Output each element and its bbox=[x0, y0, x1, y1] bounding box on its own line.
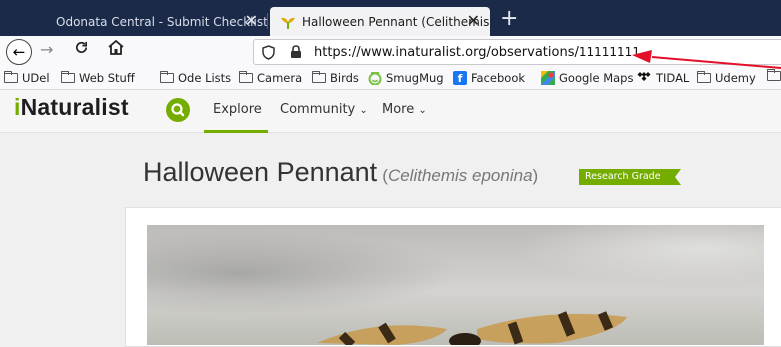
tab-odonata-central[interactable]: Odonata Central - Submit Checklist ✕ bbox=[46, 7, 268, 36]
dragonfly-photo-image bbox=[147, 225, 764, 345]
bookmark-label: UDel bbox=[22, 71, 50, 85]
back-button[interactable]: ← bbox=[6, 39, 32, 65]
dragonfly-favicon-icon bbox=[281, 17, 295, 29]
bookmark-web-stuff[interactable]: Web Stuff bbox=[61, 71, 135, 85]
badge-flag-icon bbox=[665, 169, 681, 185]
folder-icon bbox=[61, 71, 75, 83]
new-tab-button[interactable]: + bbox=[500, 6, 518, 32]
close-tab-icon[interactable]: ✕ bbox=[245, 11, 258, 30]
google-maps-icon bbox=[541, 71, 555, 85]
home-icon bbox=[108, 39, 124, 55]
bookmark-label: SmugMug bbox=[386, 71, 444, 85]
tab-title: Halloween Pennant (Celithemis bbox=[302, 14, 490, 29]
back-arrow-icon: ← bbox=[12, 43, 26, 61]
nav-community-label: Community bbox=[280, 102, 356, 117]
bookmark-ode-lists[interactable]: Ode Lists bbox=[160, 71, 231, 85]
logo-i: i bbox=[14, 94, 21, 120]
smugmug-icon bbox=[368, 72, 382, 85]
bookmark-udemy[interactable]: Udemy bbox=[697, 71, 756, 85]
observation-photo[interactable] bbox=[147, 225, 764, 345]
bookmark-label: Google Maps bbox=[559, 71, 634, 85]
bookmark-google-maps[interactable]: Google Maps bbox=[541, 71, 633, 85]
folder-icon bbox=[4, 71, 18, 83]
quality-grade-badge: Research Grade bbox=[579, 169, 667, 185]
paren-close: ) bbox=[532, 166, 539, 185]
bookmark-smugmug[interactable]: SmugMug bbox=[368, 71, 444, 85]
inaturalist-logo[interactable]: iNaturalist bbox=[14, 94, 129, 121]
scientific-name[interactable]: Celithemis eponina bbox=[388, 166, 533, 185]
bookmark-tidal[interactable]: TIDAL bbox=[636, 71, 689, 85]
logo-text: Naturalist bbox=[20, 94, 129, 120]
bookmarks-toolbar: UDel Web Stuff Ode Lists Camera Birds Sm… bbox=[0, 68, 781, 90]
nav-explore[interactable]: Explore bbox=[213, 102, 262, 117]
bookmark-label: TIDAL bbox=[656, 71, 690, 85]
lock-icon[interactable] bbox=[290, 45, 302, 59]
bookmark-facebook[interactable]: f Facebook bbox=[453, 71, 525, 85]
reload-icon bbox=[76, 41, 88, 53]
bookmark-camera[interactable]: Camera bbox=[239, 71, 302, 85]
nav-more[interactable]: More ⌄ bbox=[382, 102, 427, 117]
folder-icon bbox=[239, 71, 253, 83]
bookmark-label: Facebook bbox=[471, 71, 526, 85]
tab-separator bbox=[267, 13, 268, 29]
common-name: Halloween Pennant bbox=[143, 157, 378, 187]
search-button[interactable] bbox=[166, 98, 190, 122]
active-nav-indicator bbox=[204, 130, 268, 133]
nav-community[interactable]: Community ⌄ bbox=[280, 102, 368, 117]
url-host: https://www.inaturalist.org/observations… bbox=[314, 45, 579, 60]
bookmark-birds[interactable]: Birds bbox=[312, 71, 359, 85]
site-header: iNaturalist Explore Community ⌄ More ⌄ bbox=[0, 90, 781, 133]
folder-icon bbox=[697, 71, 711, 83]
close-tab-icon[interactable]: ✕ bbox=[467, 11, 480, 30]
bookmark-label: Web Stuff bbox=[79, 71, 135, 85]
url-text[interactable]: https://www.inaturalist.org/observations… bbox=[314, 45, 640, 60]
navigation-toolbar: ← → https://www.inaturalist.org/observat… bbox=[0, 36, 781, 68]
bookmark-label: Birds bbox=[330, 71, 359, 85]
tidal-icon bbox=[637, 72, 651, 81]
tab-strip: Odonata Central - Submit Checklist ✕ Hal… bbox=[0, 0, 781, 36]
reload-button[interactable] bbox=[74, 40, 89, 59]
tracking-shield-icon[interactable] bbox=[262, 45, 275, 60]
chevron-down-icon: ⌄ bbox=[359, 105, 368, 116]
folder-icon bbox=[160, 71, 174, 83]
tab-halloween-pennant[interactable]: Halloween Pennant (Celithemis ✕ bbox=[270, 7, 490, 36]
address-bar[interactable]: https://www.inaturalist.org/observations… bbox=[253, 39, 781, 65]
observation-title: Halloween Pennant (Celithemis eponina) bbox=[143, 157, 538, 188]
bookmark-label: Ode Lists bbox=[178, 71, 232, 85]
forward-button[interactable]: → bbox=[40, 40, 53, 59]
bookmark-label: Udemy bbox=[715, 71, 756, 85]
search-icon bbox=[171, 103, 185, 117]
bookmark-label: Camera bbox=[257, 71, 303, 85]
chevron-down-icon: ⌄ bbox=[418, 105, 427, 116]
folder-icon bbox=[767, 69, 781, 81]
tab-title: Odonata Central - Submit Checklist bbox=[56, 14, 268, 29]
home-button[interactable] bbox=[108, 39, 124, 59]
folder-icon bbox=[312, 71, 326, 83]
facebook-icon: f bbox=[453, 71, 467, 85]
bookmark-overflow[interactable] bbox=[767, 69, 781, 81]
bookmark-udel[interactable]: UDel bbox=[4, 71, 50, 85]
url-path: 11111111 bbox=[578, 45, 640, 59]
nav-more-label: More bbox=[382, 102, 415, 117]
